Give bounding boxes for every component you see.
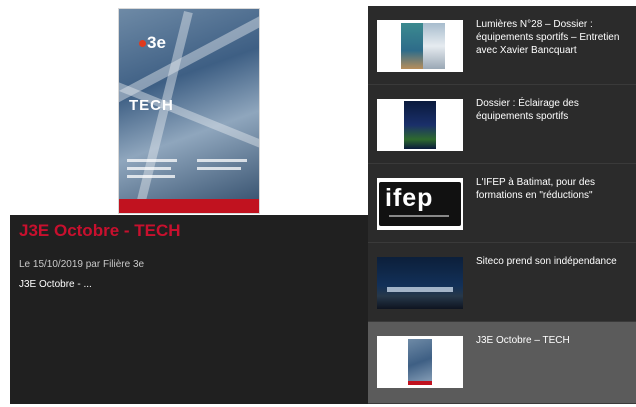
list-item-label: L'IFEP à Batimat, pour des formations en… [476,177,596,201]
cover-text-line [197,159,247,162]
featured-meta: Le 15/10/2019 par Filière 3e [19,259,145,270]
cover-text-line [127,159,177,162]
cover-footer-bar [119,199,259,213]
thumb-stadium-scene [404,101,436,149]
list-item-active[interactable]: J3E Octobre – TECH [368,322,636,404]
list-item-label: Siteco prend son indépendance [476,256,617,267]
list-item-label: J3E Octobre – TECH [476,335,570,346]
list-item[interactable]: ifep L'IFEP à Batimat, pour des formatio… [368,164,636,243]
cover-text-line [197,167,241,170]
cover-beam [119,81,259,165]
news-slider: 3e TECH J3E Octobre - TECH Le 15/10/2019… [0,0,636,407]
thumbnail-magazine [377,20,463,72]
list-item[interactable]: Dossier : Éclairage des équipements spor… [368,85,636,164]
list-item-label: Lumières N°28 – Dossier : équipements sp… [476,19,620,56]
cover-text-line [127,167,171,170]
featured-excerpt: J3E Octobre - ... [19,279,92,290]
thumb-cover-left [401,23,423,69]
thumbnail-magazine-small [377,336,463,388]
thumbnail-stadium [377,99,463,151]
cover-logo: 3e [139,33,167,53]
ifep-logo-text: ifep [385,184,434,212]
thumbnail-building [377,257,463,309]
featured-image-area[interactable]: 3e TECH [10,6,368,215]
ifep-logo: ifep [377,178,463,230]
list-item-label: Dossier : Éclairage des équipements spor… [476,98,579,122]
thumb-cover-right [423,23,445,69]
list-item[interactable]: Lumières N°28 – Dossier : équipements sp… [368,6,636,85]
cover-headline: TECH [129,97,174,114]
magazine-cover-image[interactable]: 3e TECH [118,8,260,214]
featured-article[interactable]: 3e TECH J3E Octobre - TECH Le 15/10/2019… [10,6,368,404]
thumbnail-ifep: ifep [377,178,463,230]
cover-text-line [127,175,175,178]
featured-title[interactable]: J3E Octobre - TECH [19,221,181,241]
thumb-building-facade [387,287,453,292]
thumb-building-scene [377,257,463,309]
article-list: Lumières N°28 – Dossier : équipements sp… [368,6,636,404]
thumb-cover [408,339,432,385]
ifep-logo-underline [389,215,449,217]
thumb-cover-bar [408,381,432,385]
list-item[interactable]: Siteco prend son indépendance [368,243,636,322]
